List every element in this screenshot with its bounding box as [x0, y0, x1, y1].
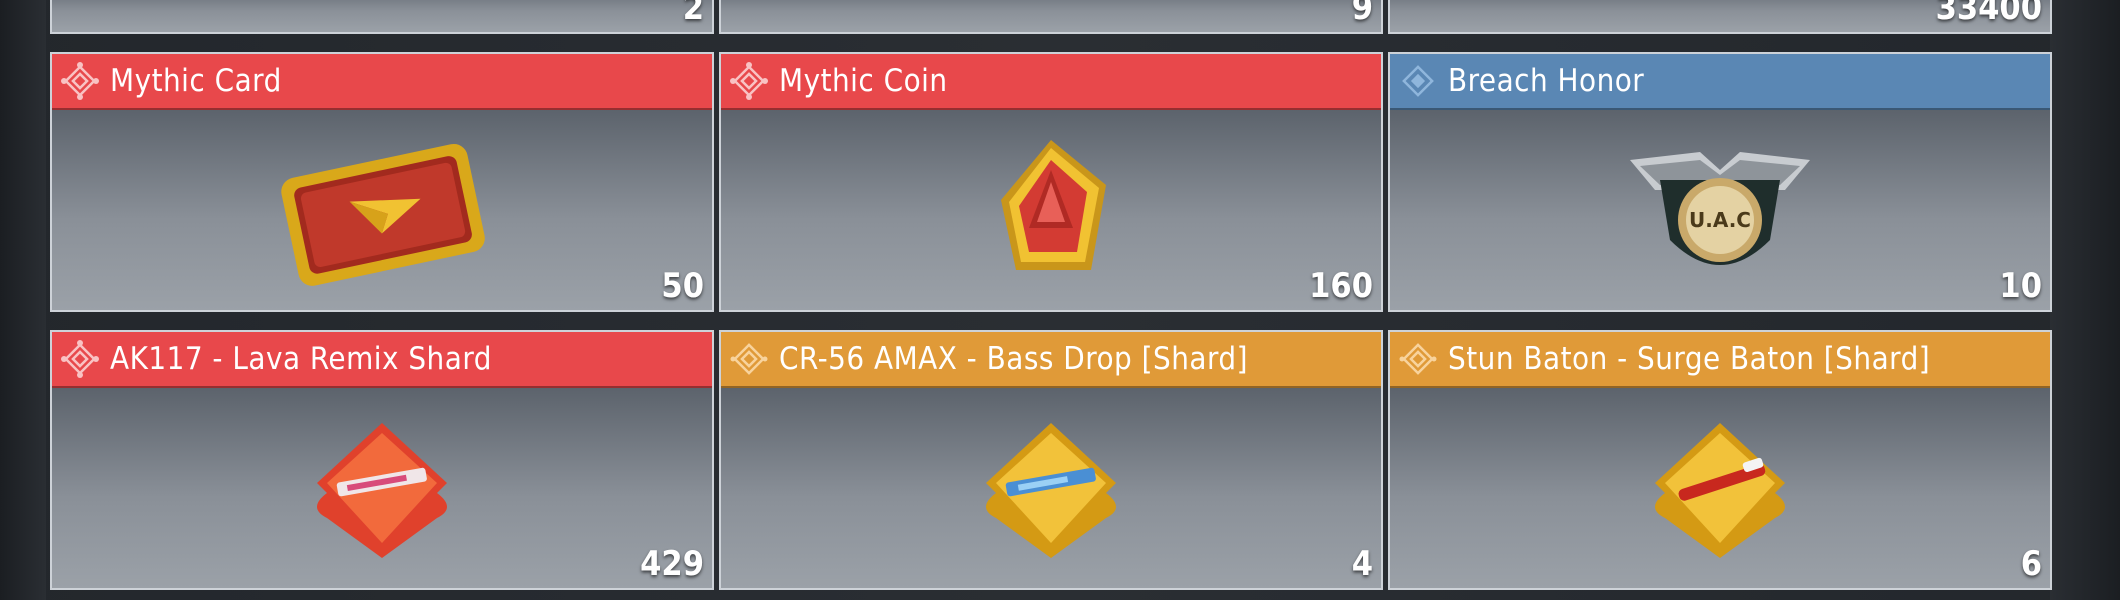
- mythic-rarity-icon: [730, 62, 768, 100]
- reward-tile-mythic-card[interactable]: Mythic Card 50: [50, 52, 714, 312]
- blue-item-icon: [991, 0, 1111, 4]
- reward-tile-body: 2: [52, 0, 712, 32]
- reward-quantity: 160: [1309, 266, 1373, 306]
- reward-tile-body: 33400: [1390, 0, 2050, 32]
- reward-list-panel: 2 9 33400 Mythic Card 50 Mythic Coin 160…: [0, 0, 2120, 600]
- reward-tile-body: 6: [1390, 388, 2050, 588]
- reward-quantity: 9: [1351, 0, 1373, 28]
- blue-item-icon: [322, 0, 442, 4]
- reward-tile-body: U.A.C 10: [1390, 110, 2050, 310]
- reward-tile-breach-honor[interactable]: Breach Honor U.A.C 10: [1388, 52, 2052, 312]
- coin-icon: [1001, 140, 1106, 270]
- reward-tile-body: 160: [721, 110, 1381, 310]
- reward-name: Mythic Card: [110, 63, 282, 99]
- reward-name: Stun Baton - Surge Baton [Shard]: [1448, 341, 1931, 377]
- shard-icon: [317, 423, 447, 558]
- reward-tile-body: 9: [721, 0, 1381, 32]
- mythic-rarity-icon: [61, 340, 99, 378]
- reward-tile-header: Mythic Card: [52, 54, 712, 110]
- shard-icon: [986, 423, 1116, 558]
- reward-grid: 2 9 33400 Mythic Card 50 Mythic Coin 160…: [50, 0, 2052, 600]
- reward-quantity: 4: [1351, 544, 1373, 584]
- reward-tile-ak117-shard[interactable]: AK117 - Lava Remix Shard 429: [50, 330, 714, 590]
- shard-icon: [1655, 423, 1785, 558]
- badge-icon: U.A.C: [1630, 152, 1810, 265]
- reward-name: Breach Honor: [1448, 63, 1645, 99]
- panel-left-edge: [0, 0, 46, 600]
- panel-right-edge: [2050, 0, 2120, 600]
- card-icon: [281, 143, 485, 286]
- legendary-rarity-icon: [730, 343, 768, 375]
- reward-quantity: 50: [661, 266, 704, 306]
- mythic-rarity-icon: [61, 62, 99, 100]
- reward-tile-header: AK117 - Lava Remix Shard: [52, 332, 712, 388]
- reward-tile-header: CR-56 AMAX - Bass Drop [Shard]: [721, 332, 1381, 388]
- reward-name: AK117 - Lava Remix Shard: [110, 341, 492, 377]
- legendary-rarity-icon: [1399, 343, 1437, 375]
- reward-quantity: 10: [1999, 266, 2042, 306]
- reward-tile-top-3[interactable]: 33400: [1388, 0, 2052, 34]
- reward-tile-body: 429: [52, 388, 712, 588]
- reward-tile-header: Mythic Coin: [721, 54, 1381, 110]
- reward-tile-cr56-shard[interactable]: CR-56 AMAX - Bass Drop [Shard] 4: [719, 330, 1383, 590]
- reward-tile-stun-baton-shard[interactable]: Stun Baton - Surge Baton [Shard] 6: [1388, 330, 2052, 590]
- reward-tile-top-1[interactable]: 2: [50, 0, 714, 34]
- reward-tile-body: 50: [52, 110, 712, 310]
- badge-emblem-text: U.A.C: [1689, 208, 1751, 232]
- reward-quantity: 33400: [1935, 0, 2042, 28]
- reward-name: Mythic Coin: [779, 63, 948, 99]
- reward-quantity: 2: [682, 0, 704, 28]
- reward-tile-header: Breach Honor: [1390, 54, 2050, 110]
- reward-quantity: 6: [2020, 544, 2042, 584]
- reward-tile-body: 4: [721, 388, 1381, 588]
- reward-tile-mythic-coin[interactable]: Mythic Coin 160: [719, 52, 1383, 312]
- reward-quantity: 429: [640, 544, 704, 584]
- purple-item-icon: [1680, 0, 1760, 4]
- reward-name: CR-56 AMAX - Bass Drop [Shard]: [779, 341, 1248, 377]
- reward-tile-header: Stun Baton - Surge Baton [Shard]: [1390, 332, 2050, 388]
- reward-tile-top-2[interactable]: 9: [719, 0, 1383, 34]
- rare-rarity-icon: [1402, 65, 1434, 97]
